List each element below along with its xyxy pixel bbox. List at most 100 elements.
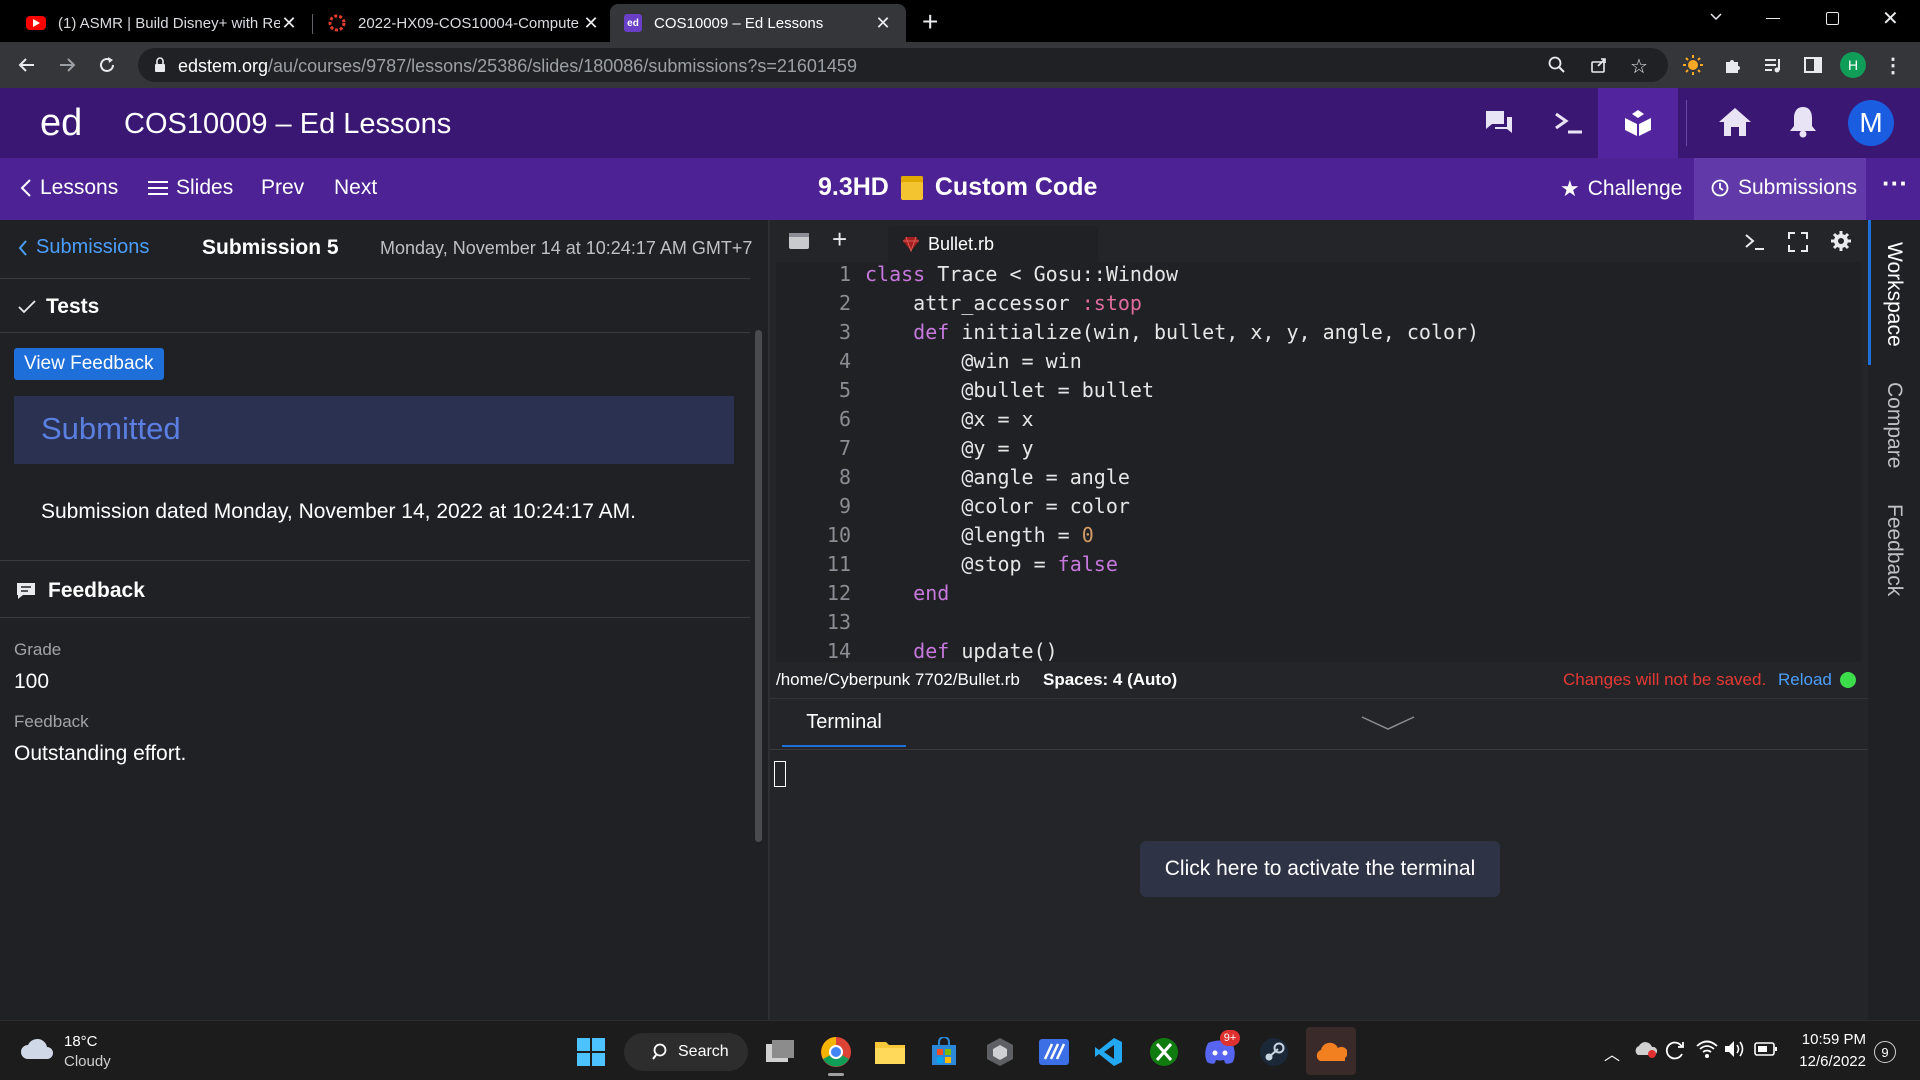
fullscreen-icon[interactable] xyxy=(1788,232,1808,252)
extensions-puzzle-icon[interactable] xyxy=(1718,50,1748,80)
challenge-button[interactable]: ★ Challenge xyxy=(1560,176,1682,202)
notification-count-badge[interactable]: 9 xyxy=(1874,1041,1896,1063)
workspace-tab[interactable]: Workspace xyxy=(1868,242,1920,347)
address-bar[interactable]: edstem.org/au/courses/9787/lessons/25386… xyxy=(138,48,1668,82)
reload-link[interactable]: Reload xyxy=(1778,670,1832,690)
sync-icon[interactable] xyxy=(1664,1039,1686,1061)
notification-bell-icon[interactable] xyxy=(1788,104,1818,138)
ed-logo[interactable]: ed xyxy=(40,102,82,145)
lessons-back-button[interactable]: Lessons xyxy=(20,176,118,200)
left-pane-scrollbar[interactable] xyxy=(755,330,762,842)
submissions-back-label: Submissions xyxy=(36,236,150,258)
side-panel-icon[interactable] xyxy=(1798,50,1828,80)
task-view-icon[interactable] xyxy=(762,1034,798,1070)
back-arrow-icon[interactable] xyxy=(12,50,42,80)
new-tab-button[interactable]: + xyxy=(922,6,938,38)
share-icon[interactable] xyxy=(1590,56,1608,74)
prev-button[interactable]: Prev xyxy=(261,176,304,200)
weather-condition[interactable]: Cloudy xyxy=(64,1053,111,1070)
cloudflare-icon[interactable] xyxy=(1313,1034,1349,1070)
taskbar-search-box[interactable]: Search xyxy=(624,1033,748,1071)
browser-tab-youtube[interactable]: (1) ASMR | Build Disney+ with Re ✕ xyxy=(12,4,312,42)
home-icon[interactable] xyxy=(1718,106,1752,138)
compare-tab[interactable]: Compare xyxy=(1868,382,1920,468)
search-icon xyxy=(652,1043,667,1060)
view-feedback-button[interactable]: View Feedback xyxy=(14,348,164,380)
user-avatar[interactable]: M xyxy=(1848,100,1894,146)
status-submitted: Submitted xyxy=(41,411,181,446)
microsoft-store-icon[interactable] xyxy=(926,1034,962,1070)
feedback-tab[interactable]: Feedback xyxy=(1868,504,1920,596)
pane-splitter[interactable] xyxy=(768,220,770,1020)
file-explorer-icon[interactable] xyxy=(872,1034,908,1070)
browser-tab-canvas[interactable]: 2022-HX09-COS10004-Compute ✕ xyxy=(314,4,614,42)
zoom-icon[interactable] xyxy=(1548,56,1566,74)
battery-icon[interactable] xyxy=(1754,1040,1778,1058)
code-line: def initialize(win, bullet, x, y, angle,… xyxy=(913,320,1480,344)
tests-label: Tests xyxy=(46,295,100,318)
line-number: 4 xyxy=(838,349,851,373)
close-icon[interactable]: ✕ xyxy=(280,13,298,34)
vscode-icon[interactable] xyxy=(1090,1034,1126,1070)
canvas-icon xyxy=(328,14,346,32)
weather-temp[interactable]: 18°C xyxy=(64,1033,98,1050)
more-options-icon[interactable]: ··· xyxy=(1882,168,1908,199)
unity-hub-icon[interactable] xyxy=(982,1034,1018,1070)
bookmark-star-icon[interactable]: ☆ xyxy=(1630,54,1648,79)
show-hidden-icons-chevron[interactable]: ︿ xyxy=(1604,1041,1620,1065)
forward-arrow-icon[interactable] xyxy=(52,50,82,80)
submissions-back-link[interactable]: Submissions xyxy=(18,236,149,259)
file-tab-bullet[interactable]: Bullet.rb xyxy=(888,226,1098,262)
feedback-label: Feedback xyxy=(14,712,89,731)
collapse-chevron-icon[interactable] xyxy=(1360,715,1416,731)
editor-status-bar: /home/Cyberpunk 7702/Bullet.rb Spaces: 4… xyxy=(768,662,1868,698)
terminal-toggle-icon[interactable] xyxy=(1744,232,1766,252)
media-queue-icon[interactable] xyxy=(1758,50,1788,80)
wifi-icon[interactable] xyxy=(1696,1039,1718,1059)
minimize-icon[interactable] xyxy=(1766,18,1780,19)
next-button[interactable]: Next xyxy=(334,176,377,200)
reload-icon[interactable] xyxy=(92,50,122,80)
submissions-tab[interactable]: Submissions xyxy=(1694,158,1866,220)
extension-sun-icon[interactable] xyxy=(1678,50,1708,80)
submission-dated-text: Submission dated Monday, November 14, 20… xyxy=(41,500,636,523)
terminal-tab[interactable]: Terminal xyxy=(782,699,906,747)
close-icon[interactable]: ✕ xyxy=(582,13,600,34)
clock-date[interactable]: 12/6/2022 xyxy=(1790,1053,1866,1070)
slide-heading: 9.3HD Custom Code xyxy=(818,173,1097,202)
window-close-icon[interactable]: ✕ xyxy=(1882,6,1899,31)
file-browser-icon[interactable] xyxy=(788,232,810,250)
settings-gear-icon[interactable] xyxy=(1830,230,1852,252)
lessons-nav-active[interactable] xyxy=(1598,88,1678,158)
restore-icon[interactable] xyxy=(1826,12,1839,25)
ed-icon: ed xyxy=(624,14,642,32)
terminal-prompt-icon[interactable] xyxy=(1554,110,1584,136)
line-number: 2 xyxy=(838,291,851,315)
discussion-icon[interactable] xyxy=(1484,108,1514,138)
tab-separator xyxy=(312,14,313,34)
lessons-book-icon xyxy=(1623,108,1653,138)
line-number: 8 xyxy=(838,465,851,489)
tests-section-header[interactable]: Tests xyxy=(0,292,750,322)
course-title[interactable]: COS10009 – Ed Lessons xyxy=(124,108,451,141)
browser-tab-ed[interactable]: ed COS10009 – Ed Lessons ✕ xyxy=(610,4,906,42)
profile-avatar[interactable]: H xyxy=(1838,50,1868,80)
chrome-icon[interactable] xyxy=(818,1034,854,1070)
submission-title: Submission 5 xyxy=(202,236,339,259)
windows-start-icon[interactable] xyxy=(573,1034,609,1070)
volume-icon[interactable] xyxy=(1724,1039,1746,1059)
submission-pane: Submissions Submission 5 Monday, Novembe… xyxy=(0,220,768,1020)
tab-search-icon[interactable] xyxy=(1708,8,1724,24)
tab-title: (1) ASMR | Build Disney+ with Re xyxy=(58,14,280,32)
xbox-icon[interactable] xyxy=(1146,1034,1182,1070)
new-file-button[interactable]: + xyxy=(832,224,847,255)
clock-time[interactable]: 10:59 PM xyxy=(1800,1031,1866,1048)
browser-menu-icon[interactable]: ⋮ xyxy=(1878,50,1908,80)
activate-terminal-button[interactable]: Click here to activate the terminal xyxy=(1140,841,1500,897)
onedrive-icon[interactable] xyxy=(1634,1039,1658,1059)
slides-button[interactable]: Slides xyxy=(148,176,233,200)
indent-setting[interactable]: Spaces: 4 (Auto) xyxy=(1043,670,1177,690)
close-icon[interactable]: ✕ xyxy=(874,13,892,34)
visual-studio-icon[interactable] xyxy=(1036,1034,1072,1070)
steam-icon[interactable] xyxy=(1256,1034,1292,1070)
